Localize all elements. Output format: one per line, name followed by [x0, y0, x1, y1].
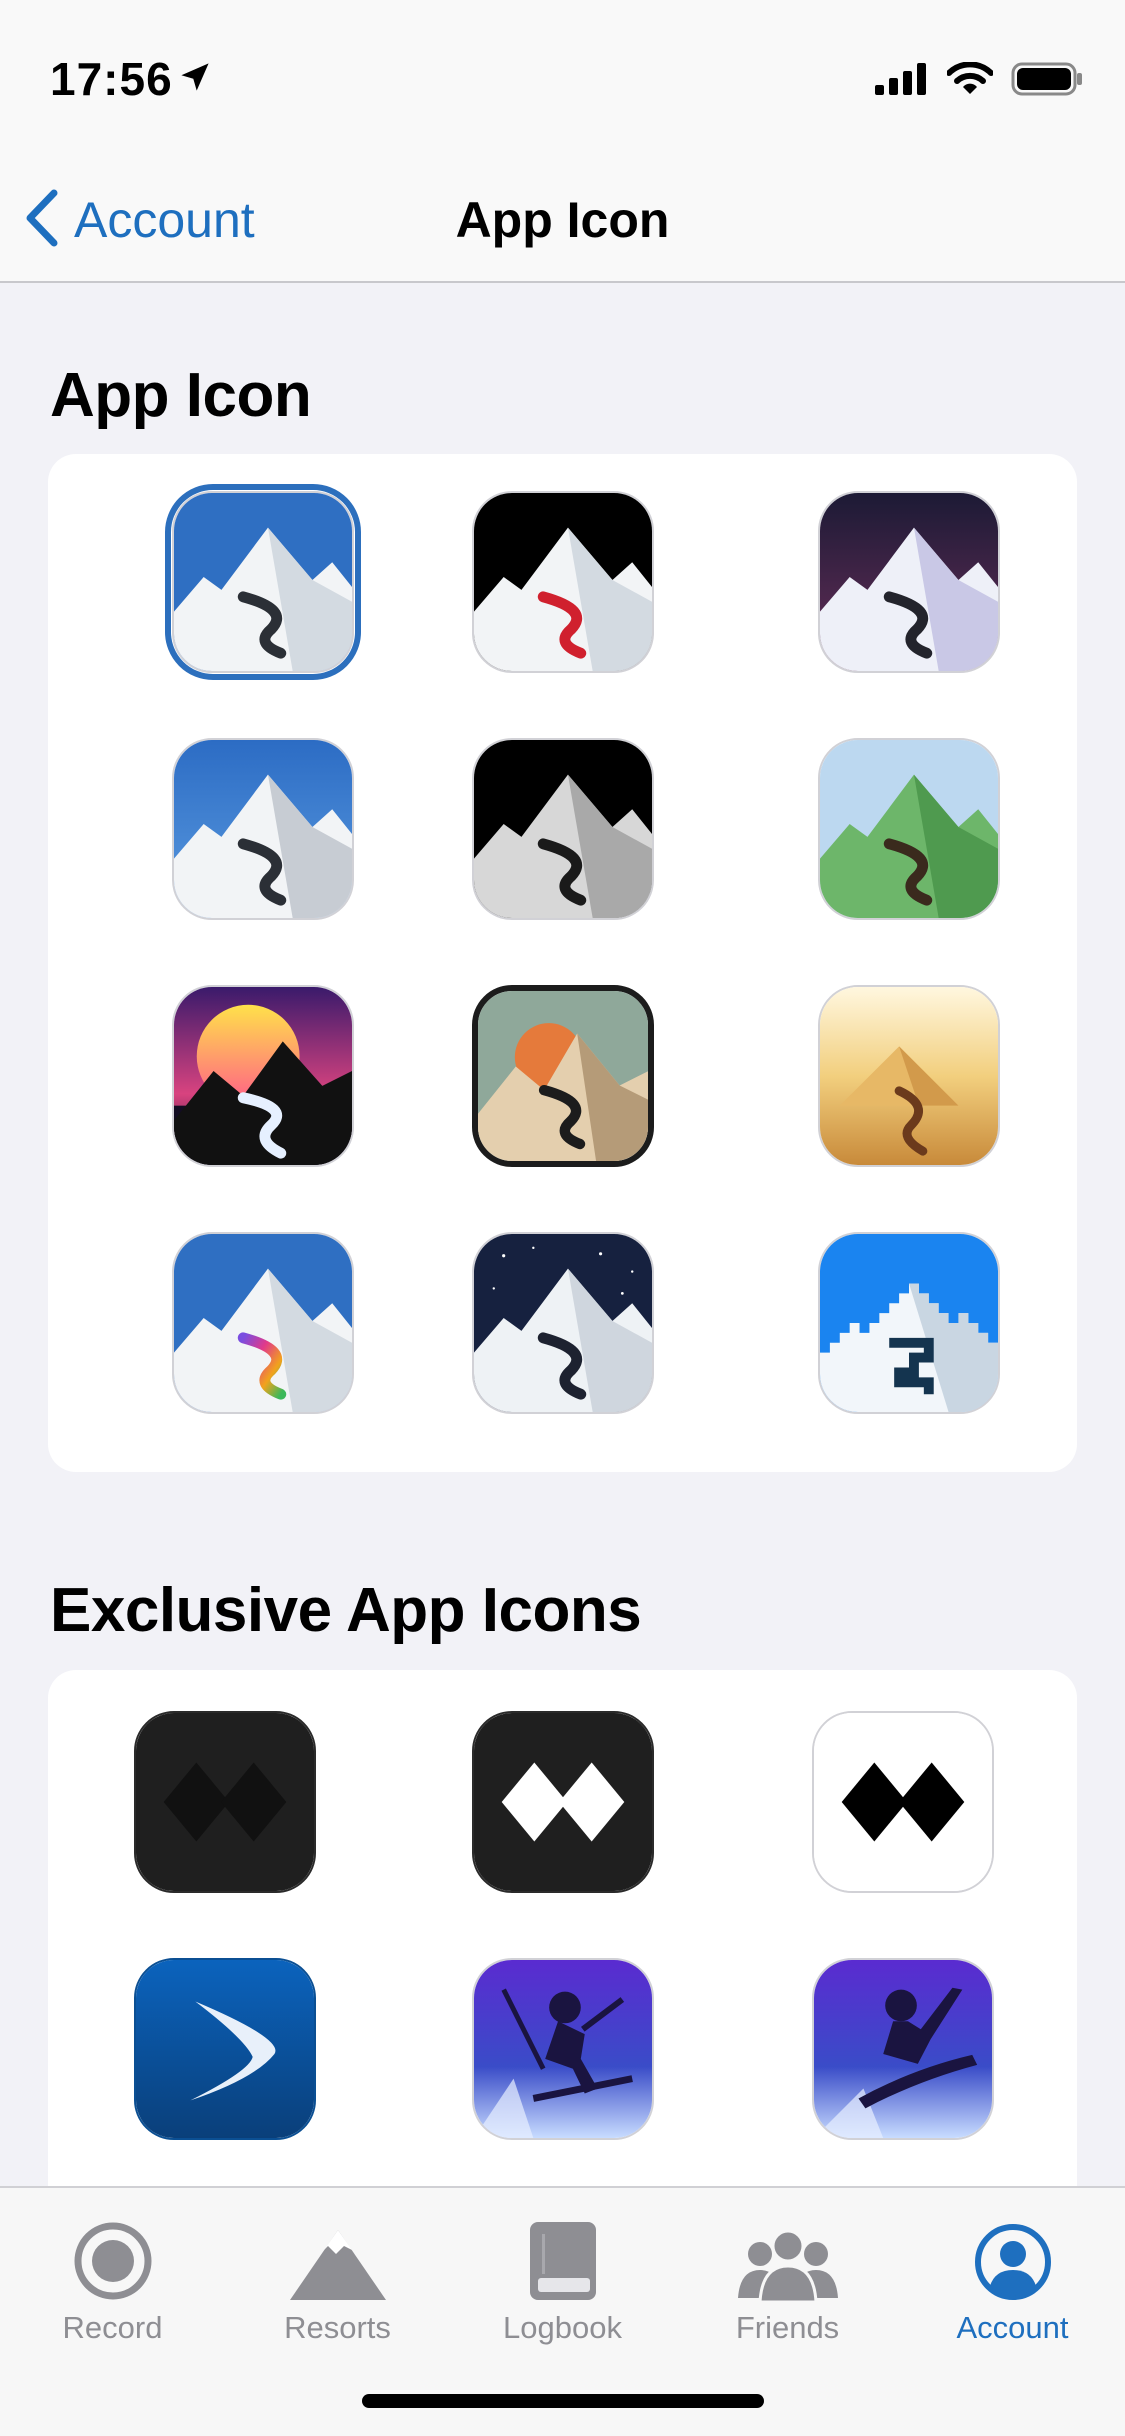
- status-bar: 17:56: [0, 0, 1125, 160]
- vintage-badge-app-icon: [472, 985, 654, 1167]
- double-diamond-dark-app-icon: [134, 1711, 316, 1893]
- exclusive-icon-option-double-diamond-white-on-black[interactable]: [472, 1711, 654, 1893]
- page-title: App Icon: [455, 192, 670, 248]
- location-arrow-icon: [178, 60, 212, 99]
- app-icon-option-pixel-art[interactable]: [818, 1232, 1000, 1414]
- app-icon-option-green-mountains[interactable]: [818, 738, 1000, 920]
- starry-night-app-icon: [472, 1232, 654, 1414]
- battery-icon: [1011, 62, 1083, 101]
- double-diamond-white-on-black-app-icon: [472, 1711, 654, 1893]
- app-icon-option-retro-sunset[interactable]: [172, 985, 354, 1167]
- app-icon-option-vintage-badge[interactable]: [472, 985, 654, 1167]
- mountain-icon: [225, 2206, 450, 2302]
- app-icon-option-classic-blue[interactable]: [165, 484, 361, 680]
- snowboarder-purple-app-icon: [812, 1958, 994, 2140]
- blue-gradient-app-icon: [172, 738, 354, 920]
- tab-label-record: Record: [62, 2310, 163, 2345]
- exclusive-icon-grid: [48, 1670, 1077, 2270]
- section-title-exclusive-app-icons: Exclusive App Icons: [50, 1576, 642, 1645]
- skier-purple-app-icon: [472, 1958, 654, 2140]
- app-icon-option-desert[interactable]: [818, 985, 1000, 1167]
- exclusive-icon-option-swoosh-blue[interactable]: [134, 1958, 316, 2140]
- double-diamond-black-on-white-app-icon: [812, 1711, 994, 1893]
- tab-label-account: Account: [956, 2310, 1069, 2345]
- tab-label-logbook: Logbook: [503, 2310, 622, 2345]
- friends-icon: [675, 2206, 900, 2302]
- monochrome-app-icon: [472, 738, 654, 920]
- section-title-app-icon: App Icon: [50, 361, 312, 430]
- tab-label-resorts: Resorts: [284, 2310, 391, 2345]
- navigation-bar: Account App Icon: [0, 160, 1125, 283]
- app-icon-option-black-sky-red-trail[interactable]: [472, 491, 654, 673]
- pixel-art-app-icon: [818, 1232, 1000, 1414]
- purple-night-app-icon: [818, 491, 1000, 673]
- black-sky-red-trail-app-icon: [472, 491, 654, 673]
- tab-friends[interactable]: Friends: [675, 2206, 900, 2346]
- exclusive-icon-option-double-diamond-dark[interactable]: [134, 1711, 316, 1893]
- exclusive-icon-option-skier-purple[interactable]: [472, 1958, 654, 2140]
- tab-account[interactable]: Account: [900, 2206, 1125, 2346]
- app-icon-option-rainbow-trail[interactable]: [172, 1232, 354, 1414]
- exclusive-icon-option-double-diamond-black-on-white[interactable]: [812, 1711, 994, 1893]
- app-icon-option-monochrome[interactable]: [472, 738, 654, 920]
- tab-record[interactable]: Record: [0, 2206, 225, 2346]
- selected-indicator: [165, 484, 361, 680]
- retro-sunset-app-icon: [172, 985, 354, 1167]
- status-indicators: [875, 61, 1083, 101]
- wifi-icon: [946, 61, 994, 101]
- app-icon-option-purple-night[interactable]: [818, 491, 1000, 673]
- rainbow-trail-app-icon: [172, 1232, 354, 1414]
- book-icon: [450, 2206, 675, 2302]
- desert-app-icon: [818, 985, 1000, 1167]
- app-icon-option-starry-night[interactable]: [472, 1232, 654, 1414]
- home-indicator: [362, 2394, 764, 2408]
- tab-label-friends: Friends: [735, 2310, 840, 2345]
- app-icon-option-blue-gradient[interactable]: [172, 738, 354, 920]
- record-icon: [0, 2206, 225, 2302]
- exclusive-icon-option-snowboarder-purple[interactable]: [812, 1958, 994, 2140]
- status-time: 17:56: [50, 53, 173, 105]
- app-icon-screen: 17:56 Account App Icon App Icon Exclusiv…: [0, 0, 1125, 2436]
- tab-logbook[interactable]: Logbook: [450, 2206, 675, 2346]
- tab-resorts[interactable]: Resorts: [225, 2206, 450, 2346]
- app-icon-grid: [48, 454, 1077, 1472]
- signal-icon: [875, 63, 929, 100]
- green-mountains-app-icon: [818, 738, 1000, 920]
- swoosh-blue-app-icon: [134, 1958, 316, 2140]
- account-icon: [900, 2206, 1125, 2302]
